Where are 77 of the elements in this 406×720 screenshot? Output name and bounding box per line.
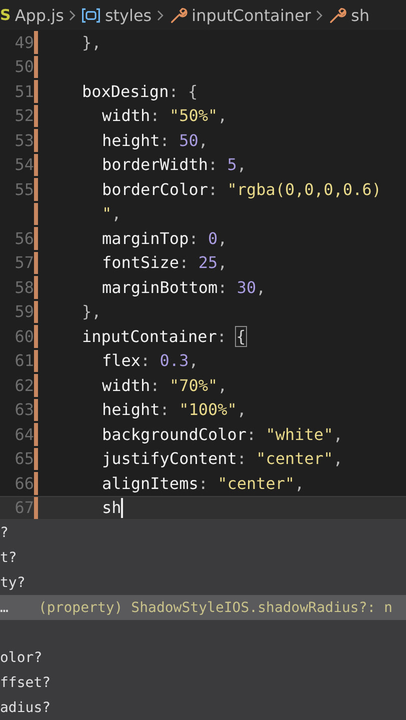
code-line: width: "70%", xyxy=(102,376,228,395)
modified-line-bar xyxy=(34,300,38,323)
modified-line-bar xyxy=(34,129,38,152)
modified-line-bar xyxy=(34,374,38,396)
code-line: flex: 0.3, xyxy=(102,351,198,370)
code-line: justifyContent: "center", xyxy=(102,449,343,468)
line-number: 60 xyxy=(14,326,34,346)
line-number: 62 xyxy=(14,376,34,395)
modified-line-bar xyxy=(34,178,38,200)
modified-line-bar xyxy=(34,56,38,78)
suggestion-item[interactable]: olor? xyxy=(0,645,406,670)
line-number: 52 xyxy=(14,106,34,126)
line-number: 57 xyxy=(14,253,34,272)
modified-line-bar xyxy=(34,80,38,102)
modified-line-bar xyxy=(34,227,38,250)
chevron-icon xyxy=(156,10,164,20)
modified-line-bar xyxy=(34,448,38,470)
code-line: borderWidth: 5, xyxy=(102,155,247,174)
code-line: alignItems: "center", xyxy=(102,474,304,493)
modified-line-bar xyxy=(34,31,38,54)
code-line: backgroundColor: "white", xyxy=(102,424,343,444)
text-cursor xyxy=(121,498,124,518)
modified-line-bar xyxy=(34,276,38,298)
modified-line-bar xyxy=(34,252,38,274)
line-number: 55 xyxy=(14,180,34,199)
line-number: 53 xyxy=(14,130,34,150)
line-number: 66 xyxy=(14,474,34,493)
line-number: 59 xyxy=(14,302,34,322)
code-line: }, xyxy=(82,302,102,322)
suggestion-item[interactable]: ffset? xyxy=(0,670,406,695)
line-number: 51 xyxy=(14,82,34,101)
chevron-icon xyxy=(316,10,323,20)
code-line: }, xyxy=(82,32,102,52)
wrench-icon xyxy=(328,6,347,24)
modified-line-bar xyxy=(34,104,38,127)
breadcrumb-item[interactable]: App.js xyxy=(14,6,64,24)
code-line: fontSize: 25, xyxy=(102,253,228,272)
line-number: 56 xyxy=(14,228,34,248)
code-line: inputContainer: { xyxy=(82,326,246,346)
modified-line-bar xyxy=(34,202,38,225)
line-number: 63 xyxy=(14,400,34,420)
code-line: boxDesign: { xyxy=(82,82,198,101)
modified-line-bar xyxy=(34,154,38,176)
suggestion-item[interactable]: t? xyxy=(0,545,406,570)
suggestion-item[interactable]: ? xyxy=(0,520,406,545)
suggestion-item[interactable]: adius? xyxy=(0,695,406,720)
modified-line-bar xyxy=(34,423,38,446)
line-number: 49 xyxy=(14,32,34,52)
code-line: ", xyxy=(102,204,122,224)
code-line: height: 50, xyxy=(102,130,208,150)
breadcrumb-item[interactable]: sh xyxy=(350,6,370,24)
line-number: 54 xyxy=(14,155,34,174)
code-line: borderColor: "rgba(0,0,0,0.6) xyxy=(102,180,382,199)
modified-line-bar xyxy=(34,472,38,494)
suggestion-item[interactable]: … (property) ShadowStyleIOS.shadowRadius?: n xyxy=(0,595,406,620)
js-file-icon: S xyxy=(0,6,11,24)
line-number: 65 xyxy=(14,449,34,468)
variable-icon xyxy=(80,6,101,24)
line-number: 64 xyxy=(14,424,34,444)
breadcrumb-item[interactable]: inputContainer xyxy=(192,6,311,24)
code-line: width: "50%", xyxy=(102,106,228,126)
modified-line-bar xyxy=(34,325,38,348)
code-line: marginTop: 0, xyxy=(102,228,228,248)
line-number: 67 xyxy=(14,498,34,518)
suggestion-item[interactable]: ty? xyxy=(0,570,406,595)
line-number: 50 xyxy=(14,57,34,76)
chevron-icon xyxy=(68,10,76,20)
code-line: sh xyxy=(102,498,122,518)
wrench-icon xyxy=(168,6,188,24)
code-line: marginBottom: 30, xyxy=(102,278,266,297)
modified-line-bar xyxy=(34,350,38,372)
code-line: height: "100%", xyxy=(102,400,246,420)
line-number: 61 xyxy=(14,351,34,370)
modified-line-bar xyxy=(34,398,38,421)
breadcrumb-item[interactable]: styles xyxy=(104,6,152,24)
modified-line-bar xyxy=(34,496,38,519)
line-number: 58 xyxy=(14,278,34,297)
